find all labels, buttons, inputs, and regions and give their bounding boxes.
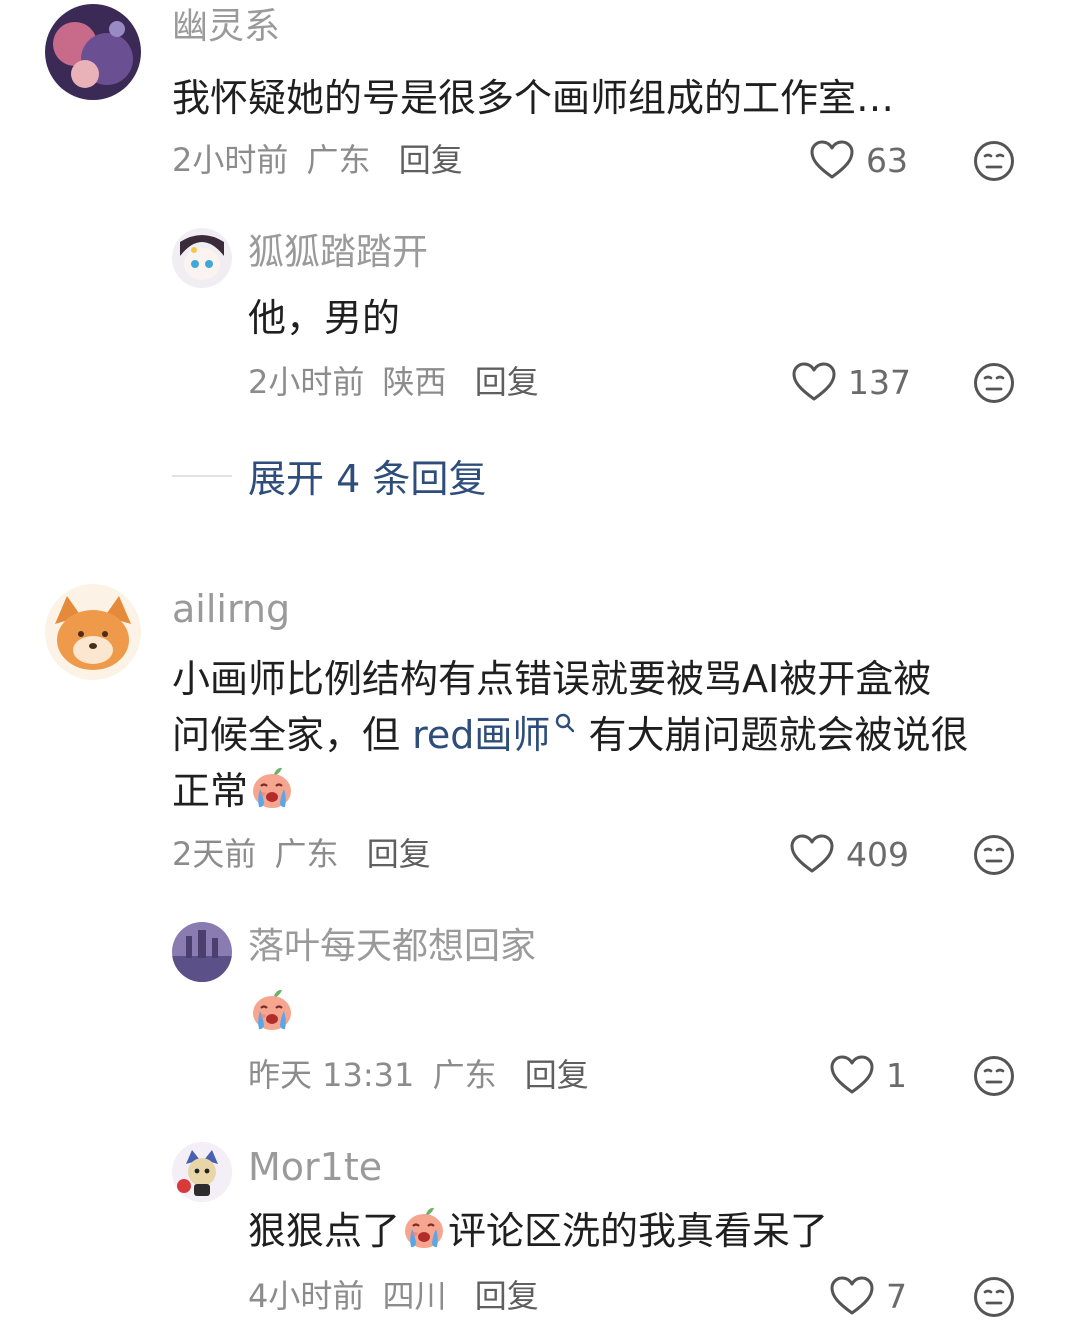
comment-meta: 4小时前 四川 回复 [248,1276,539,1316]
search-icon [556,713,575,733]
username[interactable]: 狐狐踏踏开 [248,230,428,276]
comment-text: 狠狠点了 评论区洗的我真看呆了 [248,1204,828,1258]
reply-button[interactable]: 回复 [399,141,463,179]
neutral-face-icon[interactable] [973,1055,1015,1097]
neutral-face-icon[interactable] [973,140,1015,182]
comment-location: 四川 [382,1277,447,1315]
comment-text: 我怀疑她的号是很多个画师组成的工作室… [172,76,895,120]
search-link[interactable]: red画师 [412,713,576,757]
expand-replies-label: 展开 4 条回复 [248,457,487,501]
comment-text-segment: 正常 [172,769,249,813]
reply-button[interactable]: 回复 [475,1277,539,1315]
heart-outline-icon [830,1055,874,1095]
comment-time: 2小时前 [248,363,365,401]
comment-meta: 2天前 广东 回复 [172,834,431,874]
avatar[interactable] [45,584,141,680]
comment-text-segment: 狠狠点了 [248,1209,401,1253]
crying-face-emoji [248,764,296,812]
heart-outline-icon [810,140,854,180]
reply-button[interactable]: 回复 [475,363,539,401]
like-button[interactable]: 1 [830,1055,907,1095]
avatar[interactable] [172,922,232,982]
avatar[interactable] [172,1142,232,1202]
reply-button[interactable]: 回复 [525,1056,589,1094]
username[interactable]: ailirng [172,586,290,632]
comment-location: 陕西 [382,363,447,401]
like-button[interactable]: 63 [810,140,908,180]
comment-text-line1: 小画师比例结构有点错误就要被骂AI被开盒被 [172,657,932,701]
comment-text-line2: 问候全家，但 red画师 有大崩问题就会被说很 [172,708,968,762]
search-link-label: red画师 [412,713,551,757]
comment-text: 他，男的 [248,296,401,340]
divider [172,474,232,477]
like-count: 137 [848,362,911,402]
comment-text-segment: 评论区洗的我真看呆了 [448,1209,829,1253]
username[interactable]: Mor1te [248,1144,382,1190]
username[interactable]: 幽灵系 [172,4,280,50]
username[interactable]: 落叶每天都想回家 [248,924,536,970]
heart-outline-icon [830,1276,874,1316]
neutral-face-icon[interactable] [973,362,1015,404]
crying-face-emoji [248,986,296,1034]
comment-location: 广东 [274,835,339,873]
comment-text-segment: 有大崩问题就会被说很 [576,713,969,757]
crying-face-emoji [400,1204,448,1252]
like-count: 7 [886,1276,907,1316]
comment-text-segment: 问候全家，但 [172,713,413,757]
reply-button[interactable]: 回复 [367,835,431,873]
avatar[interactable] [172,228,232,288]
comment-time: 昨天 13:31 [248,1056,415,1094]
comment-time: 4小时前 [248,1277,365,1315]
comment-location: 广东 [306,141,371,179]
neutral-face-icon[interactable] [973,834,1015,876]
like-button[interactable]: 409 [790,834,909,874]
avatar[interactable] [45,4,141,100]
heart-outline-icon [792,362,836,402]
comment-meta: 2小时前 广东 回复 [172,140,463,180]
expand-replies-button[interactable]: 展开 4 条回复 [172,448,486,503]
comment-meta: 2小时前 陕西 回复 [248,362,539,402]
comment-meta: 昨天 13:31 广东 回复 [248,1055,589,1095]
comment-time: 2天前 [172,835,257,873]
comment-location: 广东 [432,1056,497,1094]
like-button[interactable]: 137 [792,362,911,402]
heart-outline-icon [790,834,834,874]
comment-time: 2小时前 [172,141,289,179]
like-count: 1 [886,1055,907,1095]
like-button[interactable]: 7 [830,1276,907,1316]
neutral-face-icon[interactable] [973,1276,1015,1318]
like-count: 409 [846,834,909,874]
like-count: 63 [866,140,908,180]
comment-text-line3: 正常 [172,764,296,818]
